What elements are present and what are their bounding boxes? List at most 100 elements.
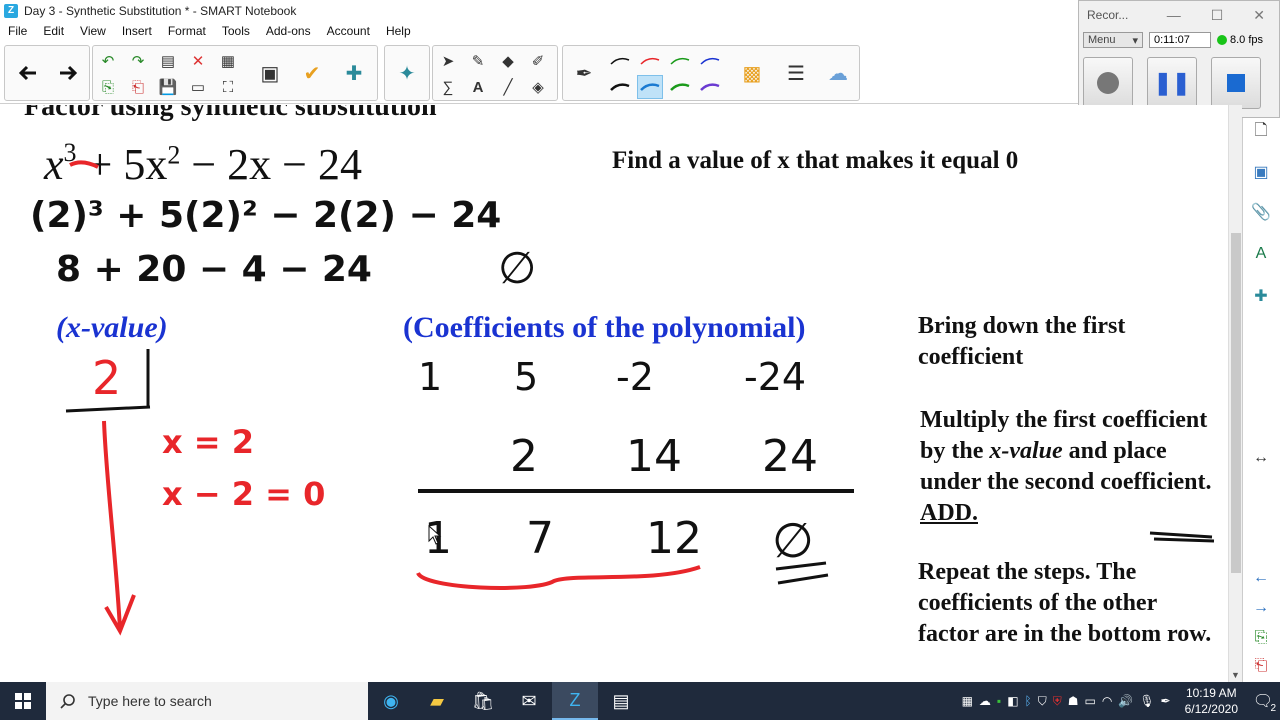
- gallery-tab[interactable]: ▣: [1248, 158, 1274, 186]
- redo-button[interactable]: ↷: [125, 49, 151, 73]
- menu-insert[interactable]: Insert: [114, 24, 160, 38]
- microphone-icon[interactable]: 🎙: [1139, 694, 1154, 708]
- undo-button[interactable]: ↶: [95, 49, 121, 73]
- pen-green-thick[interactable]: [667, 75, 693, 99]
- activity-icon: ✦: [398, 62, 416, 85]
- stop-button[interactable]: [1211, 57, 1261, 109]
- eraser-tool[interactable]: ◈: [525, 75, 551, 99]
- menu-help[interactable]: Help: [378, 24, 419, 38]
- tray-green-icon[interactable]: ▪: [997, 694, 1001, 708]
- edge-taskbar-button[interactable]: ◉: [368, 682, 414, 720]
- smart-notebook-taskbar-button[interactable]: Z: [552, 682, 598, 720]
- close-button[interactable]: ✕: [1253, 7, 1265, 24]
- more-tools-button[interactable]: ☁: [821, 49, 855, 97]
- vertical-scrollbar[interactable]: ▼: [1228, 105, 1242, 682]
- menu-file[interactable]: File: [0, 24, 35, 38]
- magic-pen-tool[interactable]: ✎: [465, 49, 491, 73]
- file-explorer-taskbar-button[interactable]: ▰: [414, 682, 460, 720]
- battery-icon[interactable]: ▭: [1085, 694, 1096, 708]
- previous-page-button[interactable]: [11, 49, 45, 97]
- select-tool[interactable]: ➤: [435, 49, 461, 73]
- black-stroke-thick-icon: [610, 83, 630, 91]
- line-tool[interactable]: ╱: [495, 75, 521, 99]
- minimize-button[interactable]: —: [1167, 7, 1181, 24]
- next-page-button[interactable]: [51, 49, 85, 97]
- document-camera-button[interactable]: ▣: [253, 49, 287, 97]
- notebook-page[interactable]: Factor using synthetic substitution x3 +…: [0, 105, 1228, 682]
- onedrive-icon[interactable]: ☁: [979, 694, 991, 708]
- text-tool[interactable]: A: [465, 75, 491, 99]
- color-palette-button[interactable]: ▩: [735, 49, 769, 97]
- pen-black-thin[interactable]: [607, 49, 633, 73]
- record-button[interactable]: [1083, 57, 1133, 109]
- start-button[interactable]: [0, 682, 46, 720]
- add-ons-tab[interactable]: ✚: [1248, 282, 1274, 310]
- tab-next-page[interactable]: →: [1248, 594, 1274, 622]
- add-page-button[interactable]: ⎘: [95, 75, 121, 99]
- scroll-down-icon[interactable]: ▼: [1231, 670, 1240, 680]
- coef-row1-2: 5: [514, 355, 539, 399]
- delete-page-button[interactable]: ⎗: [125, 75, 151, 99]
- attachments-tab[interactable]: 📎: [1248, 198, 1274, 226]
- pen-blue-selected[interactable]: [637, 75, 663, 99]
- pen-red-thin[interactable]: [637, 49, 663, 73]
- add-ons-button[interactable]: ✚: [337, 49, 371, 97]
- save-button[interactable]: 💾: [155, 75, 181, 99]
- security-icon[interactable]: ⛉: [1038, 694, 1047, 709]
- menu-view[interactable]: View: [72, 24, 114, 38]
- pen-black-thick[interactable]: [607, 75, 633, 99]
- scrollbar-thumb[interactable]: [1231, 233, 1241, 573]
- pause-button[interactable]: ❚❚: [1147, 57, 1197, 109]
- menu-edit[interactable]: Edit: [35, 24, 72, 38]
- mail-taskbar-button[interactable]: ✉: [506, 682, 552, 720]
- pen-purple-thick[interactable]: [697, 75, 723, 99]
- tray-apps-icon[interactable]: ▦: [962, 694, 973, 708]
- paste-button[interactable]: ▤: [155, 49, 181, 73]
- pen-blue-thin[interactable]: [697, 49, 723, 73]
- tab-add-page[interactable]: ⎘: [1248, 624, 1274, 652]
- tab-delete-page[interactable]: ⎗: [1248, 652, 1274, 680]
- delete-button[interactable]: ✕: [185, 49, 211, 73]
- add-underline: [1149, 531, 1215, 543]
- wifi-icon[interactable]: ◠: [1102, 694, 1112, 708]
- bluetooth-icon[interactable]: ᛒ: [1025, 694, 1032, 708]
- math-tools[interactable]: ∑: [435, 75, 461, 99]
- clock[interactable]: 10:19 AM 6/12/2020: [1177, 685, 1246, 717]
- screen-shade-button[interactable]: ▭: [185, 75, 211, 99]
- table-button[interactable]: ▦: [215, 49, 241, 73]
- store-taskbar-button[interactable]: 🛍: [460, 682, 506, 720]
- tray-camera-icon[interactable]: ◧: [1007, 694, 1018, 708]
- response-button[interactable]: ✔: [295, 49, 329, 97]
- tray-people-icon[interactable]: ☗: [1068, 694, 1079, 708]
- menu-tools[interactable]: Tools: [214, 24, 258, 38]
- puzzle-icon: ✚: [345, 62, 363, 85]
- pen-workspace-icon[interactable]: ✒: [1161, 694, 1171, 708]
- menu-account[interactable]: Account: [319, 24, 378, 38]
- highlighter-tool[interactable]: ✐: [525, 49, 551, 73]
- full-screen-button[interactable]: ⛶: [215, 75, 241, 99]
- volume-icon[interactable]: 🔊: [1118, 694, 1133, 708]
- recorder-taskbar-button[interactable]: ▤: [598, 682, 644, 720]
- recorder-menu-dropdown[interactable]: Menu ▾: [1083, 32, 1143, 48]
- line-icon: ╱: [503, 79, 513, 96]
- chevron-down-icon: ▾: [1132, 34, 1138, 47]
- properties-button[interactable]: ☰: [779, 49, 813, 97]
- antivirus-icon[interactable]: ⛨: [1053, 694, 1062, 709]
- pen-tool[interactable]: ✒: [567, 49, 601, 97]
- menu-format[interactable]: Format: [160, 24, 214, 38]
- taskbar-search[interactable]: Type here to search: [46, 682, 368, 720]
- toolbar: ↶ ↷ ▤ ✕ ▦ ⎘ ⎗ 💾 ▭ ⛶ ▣ ✔ ✚ ✦ ➤ ✎ ◆ ✐ ∑ A …: [0, 42, 1078, 104]
- camera-icon: ▣: [260, 62, 280, 85]
- maximize-button[interactable]: ☐: [1211, 7, 1224, 24]
- lesson-activity-button[interactable]: ✦: [390, 49, 424, 97]
- page-sorter-tab[interactable]: 🗋: [1248, 118, 1274, 146]
- tab-previous-page[interactable]: ←: [1248, 564, 1274, 592]
- pen-green-thin[interactable]: [667, 49, 693, 73]
- move-sidebar-button[interactable]: ↔: [1248, 444, 1274, 472]
- menu-addons[interactable]: Add-ons: [258, 24, 319, 38]
- notebook-icon: Z: [569, 689, 581, 710]
- properties-tab[interactable]: A: [1248, 240, 1274, 268]
- fill-tool[interactable]: ◆: [495, 49, 521, 73]
- action-center-button[interactable]: 🗨 2: [1246, 682, 1280, 720]
- windows-taskbar: Type here to search ◉ ▰ 🛍 ✉ Z ▤ ▦ ☁ ▪ ◧ …: [0, 682, 1280, 720]
